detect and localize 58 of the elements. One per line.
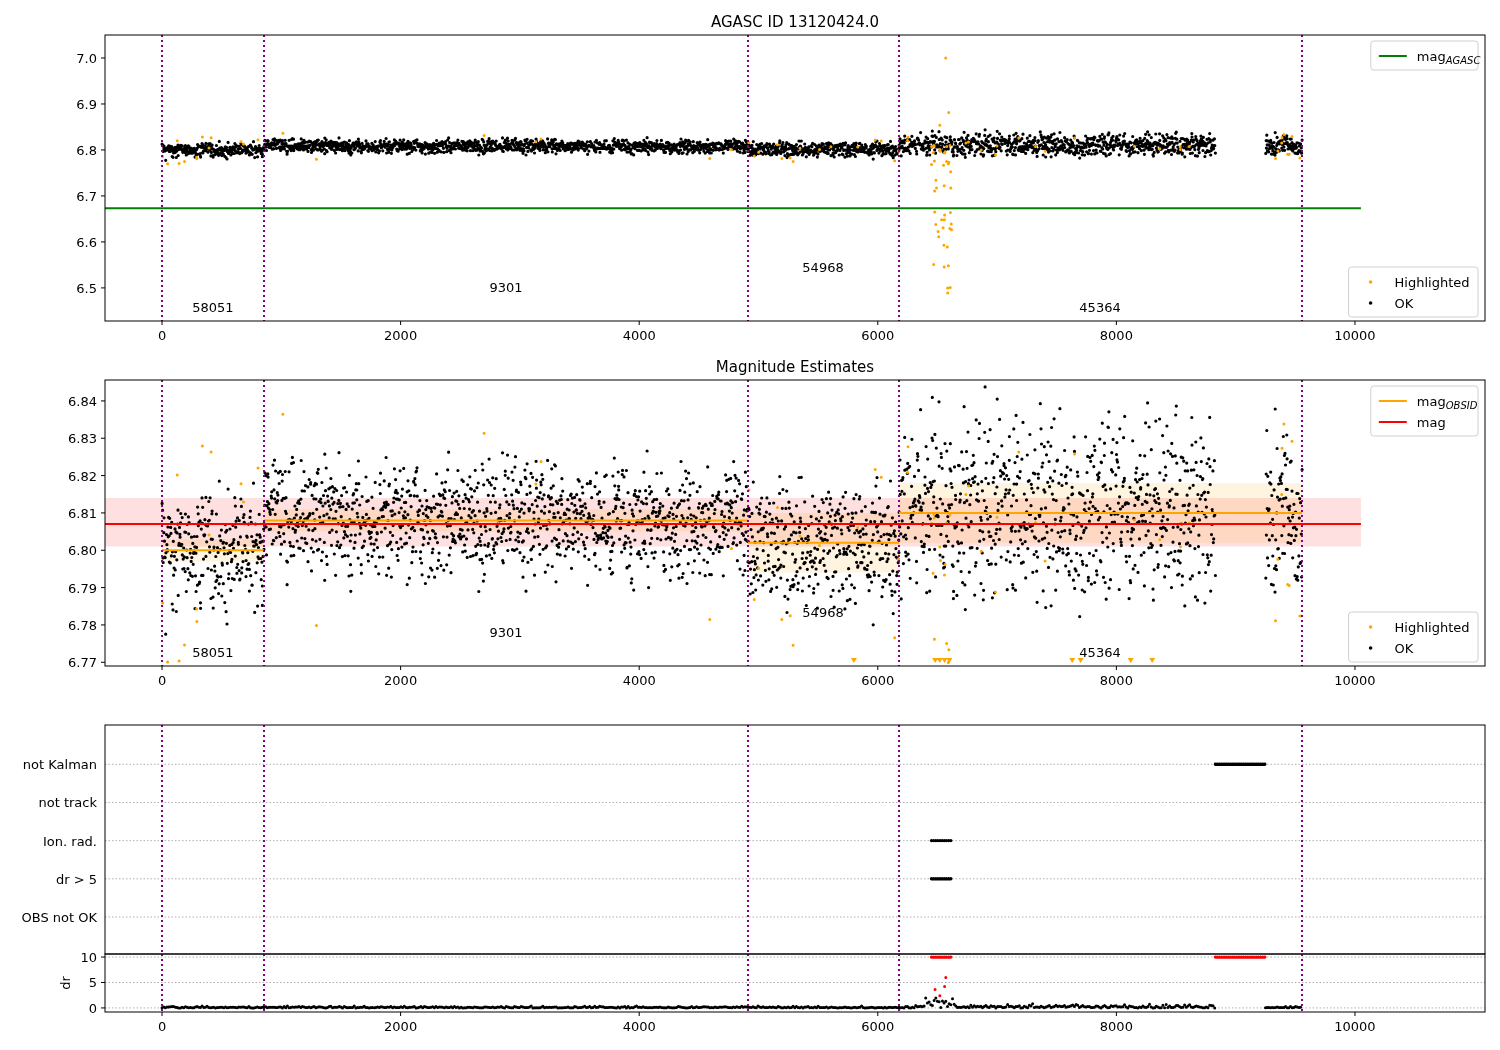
tick-label: 6.8 xyxy=(76,142,97,158)
obsid-label: 45364 xyxy=(1079,645,1121,660)
tick-label: 6.84 xyxy=(68,393,97,409)
obsid-label: 54968 xyxy=(802,605,844,620)
legend-label: mag$_{OBSID}$ xyxy=(1416,394,1478,411)
tick-label: 4000 xyxy=(622,1019,656,1034)
obsid-label: 58051 xyxy=(192,645,234,660)
tick-label: 6.81 xyxy=(68,505,97,521)
tick-label: 6.5 xyxy=(76,280,97,296)
legend-label: mag$_{AGASC}$ xyxy=(1416,49,1481,66)
tick-label: not track xyxy=(38,795,97,811)
obsid-label: 45364 xyxy=(1079,300,1121,315)
tick-label: 6.82 xyxy=(68,468,97,484)
tick-label: 5 xyxy=(88,975,97,991)
tick-label: 8000 xyxy=(1099,673,1133,688)
legend-label: Highlighted xyxy=(1394,275,1470,290)
tick-label: 6.6 xyxy=(76,234,97,250)
tick-label: dr > 5 xyxy=(55,871,97,887)
tick-label: 2000 xyxy=(384,328,418,343)
tick-label: 6000 xyxy=(861,328,895,343)
tick-label: Ion. rad. xyxy=(43,833,97,849)
tick-label: 0 xyxy=(88,1000,97,1016)
tick-label: 0 xyxy=(157,1019,167,1034)
tick-label: 8000 xyxy=(1099,328,1133,343)
axis-label: dr xyxy=(58,976,73,990)
tick-label: OBS not OK xyxy=(21,910,97,925)
obsid-label: 9301 xyxy=(489,625,523,640)
obsid-label: 58051 xyxy=(192,300,234,315)
tick-label: 4000 xyxy=(622,673,656,688)
tick-label: 2000 xyxy=(384,1019,418,1034)
tick-label: 6.9 xyxy=(76,96,97,112)
chart-title: Magnitude Estimates xyxy=(715,358,875,376)
chart-title: AGASC ID 13120424.0 xyxy=(711,13,879,31)
obsid-label: 9301 xyxy=(489,280,523,295)
legend-label: mag xyxy=(1416,415,1446,430)
tick-label: 8000 xyxy=(1099,1019,1133,1034)
tick-label: 6.77 xyxy=(68,655,97,671)
tick-label: 4000 xyxy=(622,328,656,343)
legend-label: OK xyxy=(1394,296,1414,311)
tick-label: 7.0 xyxy=(76,51,97,66)
tick-label: 10000 xyxy=(1334,328,1376,343)
legend-label: OK xyxy=(1394,641,1414,656)
tick-label: 6.80 xyxy=(68,543,97,559)
tick-label: 10000 xyxy=(1334,673,1376,688)
tick-label: not Kalman xyxy=(22,757,97,773)
tick-label: 10 xyxy=(80,950,97,966)
tick-label: 10000 xyxy=(1334,1019,1376,1034)
legend-label: Highlighted xyxy=(1394,620,1470,635)
obsid-label: 54968 xyxy=(802,260,844,275)
tick-label: 6.7 xyxy=(76,188,97,204)
tick-label: 0 xyxy=(157,328,167,343)
tick-label: 2000 xyxy=(384,673,418,688)
tick-label: 6000 xyxy=(861,673,895,688)
tick-label: 6.79 xyxy=(68,580,97,596)
tick-label: 6.78 xyxy=(68,617,97,633)
tick-label: 6.83 xyxy=(68,431,97,447)
tick-label: 0 xyxy=(157,673,167,688)
tick-label: 6000 xyxy=(861,1019,895,1034)
